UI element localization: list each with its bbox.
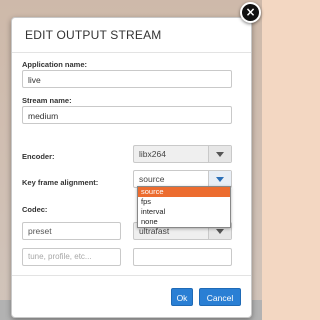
chevron-down-icon [216,177,224,182]
keyframe-alignment-label: Key frame alignment: [22,178,99,187]
dropdown-option-interval[interactable]: interval [138,207,230,217]
application-name-label: Application name: [22,60,88,69]
encoder-select-toggle[interactable] [208,146,231,162]
chevron-down-icon [216,229,224,234]
dropdown-option-source[interactable]: source [138,187,230,197]
stream-name-label: Stream name: [22,96,72,105]
keyframe-select-value: source [139,174,165,184]
edit-output-stream-dialog: EDIT OUTPUT STREAM Application name: liv… [11,17,252,318]
tune-profile-input[interactable]: tune, profile, etc... [22,248,121,266]
chevron-down-icon [216,152,224,157]
encoder-select-value: libx264 [139,149,166,159]
application-name-input[interactable]: live [22,70,232,88]
dialog-title: EDIT OUTPUT STREAM [25,28,162,42]
encoder-label: Encoder: [22,152,55,161]
ok-button[interactable]: Ok [171,288,193,306]
encoder-select[interactable]: libx264 [133,145,232,163]
cancel-button[interactable]: Cancel [199,288,241,306]
dropdown-option-fps[interactable]: fps [138,197,230,207]
preset-field[interactable]: preset [22,222,121,240]
dialog-header: EDIT OUTPUT STREAM [12,18,251,53]
extra-options-input[interactable] [133,248,232,266]
stream-name-input[interactable]: medium [22,106,232,124]
tune-profile-placeholder: tune, profile, etc... [28,252,92,261]
keyframe-select-toggle[interactable] [208,171,231,187]
preset-field-value: preset [28,226,52,236]
keyframe-alignment-dropdown: source fps interval none [137,186,231,228]
dropdown-option-none[interactable]: none [138,217,230,227]
close-icon[interactable]: × [240,2,261,23]
codec-label: Codec: [22,205,48,214]
dialog-footer-divider [12,275,251,276]
